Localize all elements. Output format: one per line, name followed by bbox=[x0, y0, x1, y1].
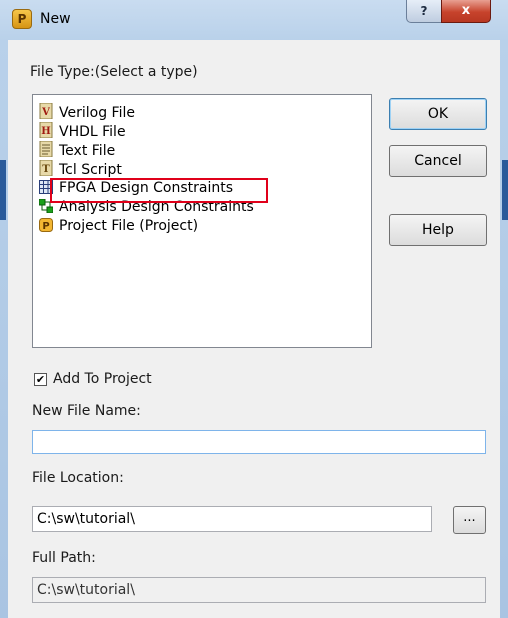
add-to-project-label[interactable]: Add To Project bbox=[53, 371, 152, 387]
file-type-label: File Type:(Select a type) bbox=[30, 64, 198, 80]
title-bar[interactable]: P New ? x bbox=[0, 0, 508, 40]
project-file-icon: P bbox=[39, 218, 53, 232]
new-file-name-input[interactable] bbox=[32, 430, 486, 454]
list-item-tcl-script[interactable]: T Tcl Script bbox=[39, 159, 122, 178]
svg-text:V: V bbox=[41, 107, 50, 118]
verilog-icon: V bbox=[39, 102, 53, 120]
svg-text:P: P bbox=[42, 221, 49, 232]
cancel-button[interactable]: Cancel bbox=[389, 145, 487, 177]
text-file-icon bbox=[39, 140, 53, 158]
help-button[interactable]: Help bbox=[389, 214, 487, 246]
list-item-verilog[interactable]: V Verilog File bbox=[39, 102, 135, 121]
list-item-label: Verilog File bbox=[59, 105, 135, 121]
vhdl-icon: H bbox=[39, 121, 53, 139]
new-file-name-label: New File Name: bbox=[32, 403, 141, 419]
background-window-edge bbox=[0, 160, 6, 220]
title-help-button[interactable]: ? bbox=[406, 0, 442, 23]
add-to-project-checkbox[interactable]: ✔ bbox=[34, 373, 47, 386]
app-icon: P bbox=[12, 9, 32, 29]
file-type-list[interactable]: V Verilog File H VHDL File Text File T T… bbox=[32, 94, 372, 348]
full-path-field: C:\sw\tutorial\ bbox=[32, 577, 486, 603]
list-item-label: VHDL File bbox=[59, 124, 126, 140]
highlight-annotation-box bbox=[50, 178, 268, 203]
list-item-label: Tcl Script bbox=[59, 162, 122, 178]
title-close-button[interactable]: x bbox=[441, 0, 491, 23]
svg-text:H: H bbox=[41, 126, 50, 137]
dialog-title: New bbox=[40, 11, 71, 27]
list-item-vhdl[interactable]: H VHDL File bbox=[39, 121, 126, 140]
file-location-input[interactable]: C:\sw\tutorial\ bbox=[32, 506, 432, 532]
list-item-text-file[interactable]: Text File bbox=[39, 140, 116, 159]
list-item-label: Text File bbox=[59, 143, 116, 159]
list-item-label: Project File (Project) bbox=[59, 218, 199, 234]
list-item-project-file[interactable]: P Project File (Project) bbox=[39, 217, 198, 235]
browse-button[interactable]: ... bbox=[453, 506, 486, 534]
file-location-label: File Location: bbox=[32, 470, 124, 486]
full-path-label: Full Path: bbox=[32, 550, 96, 566]
background-window-edge-right bbox=[502, 160, 508, 220]
ok-button[interactable]: OK bbox=[389, 98, 487, 130]
svg-text:T: T bbox=[42, 164, 50, 175]
tcl-script-icon: T bbox=[39, 159, 53, 177]
dialog-body: File Type:(Select a type) V Verilog File… bbox=[8, 40, 500, 618]
